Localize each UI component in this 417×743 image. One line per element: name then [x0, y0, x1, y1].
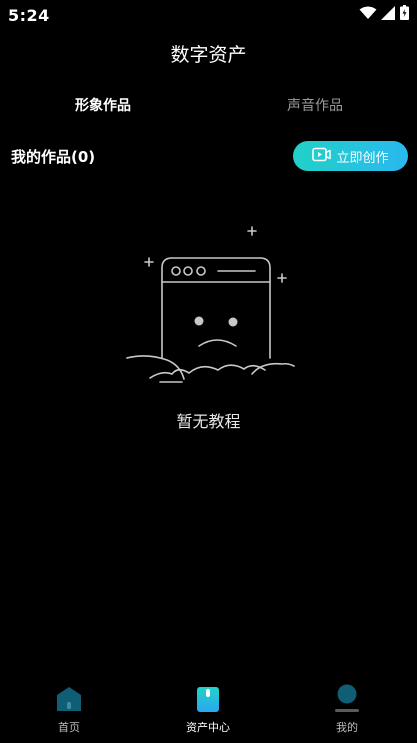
home-icon — [19, 686, 119, 712]
cellular-signal-icon — [381, 5, 396, 20]
nav-asset-center-label: 资产中心 — [186, 721, 230, 734]
tab-bar: 形象作品 声音作品 — [0, 95, 417, 117]
empty-state-message: 暂无教程 — [176, 412, 241, 431]
create-now-button[interactable]: 立即创作 — [293, 141, 408, 171]
status-time: 5:24 — [8, 6, 50, 25]
nav-mine-label: 我的 — [336, 721, 358, 734]
empty-state-illustration — [122, 222, 296, 387]
profile-icon — [297, 684, 397, 712]
bottom-nav: 首页 资产中心 我的 — [0, 684, 417, 743]
tab-voice-works[interactable]: 声音作品 — [287, 95, 343, 115]
create-now-label: 立即创作 — [336, 150, 389, 166]
wifi-icon — [359, 6, 377, 20]
my-works-title: 我的作品(0) — [11, 148, 96, 166]
asset-center-icon — [158, 686, 258, 712]
system-icons — [359, 5, 409, 20]
battery-icon — [400, 5, 409, 20]
nav-item-asset-center[interactable]: 资产中心 — [158, 686, 258, 735]
status-bar: 5:24 — [0, 0, 417, 30]
nav-home-label: 首页 — [58, 721, 80, 734]
tab-image-works[interactable]: 形象作品 — [75, 95, 131, 115]
nav-item-mine[interactable]: 我的 — [297, 684, 397, 735]
nav-item-home[interactable]: 首页 — [19, 686, 119, 735]
video-create-icon — [312, 147, 332, 166]
page-title: 数字资产 — [170, 44, 247, 66]
